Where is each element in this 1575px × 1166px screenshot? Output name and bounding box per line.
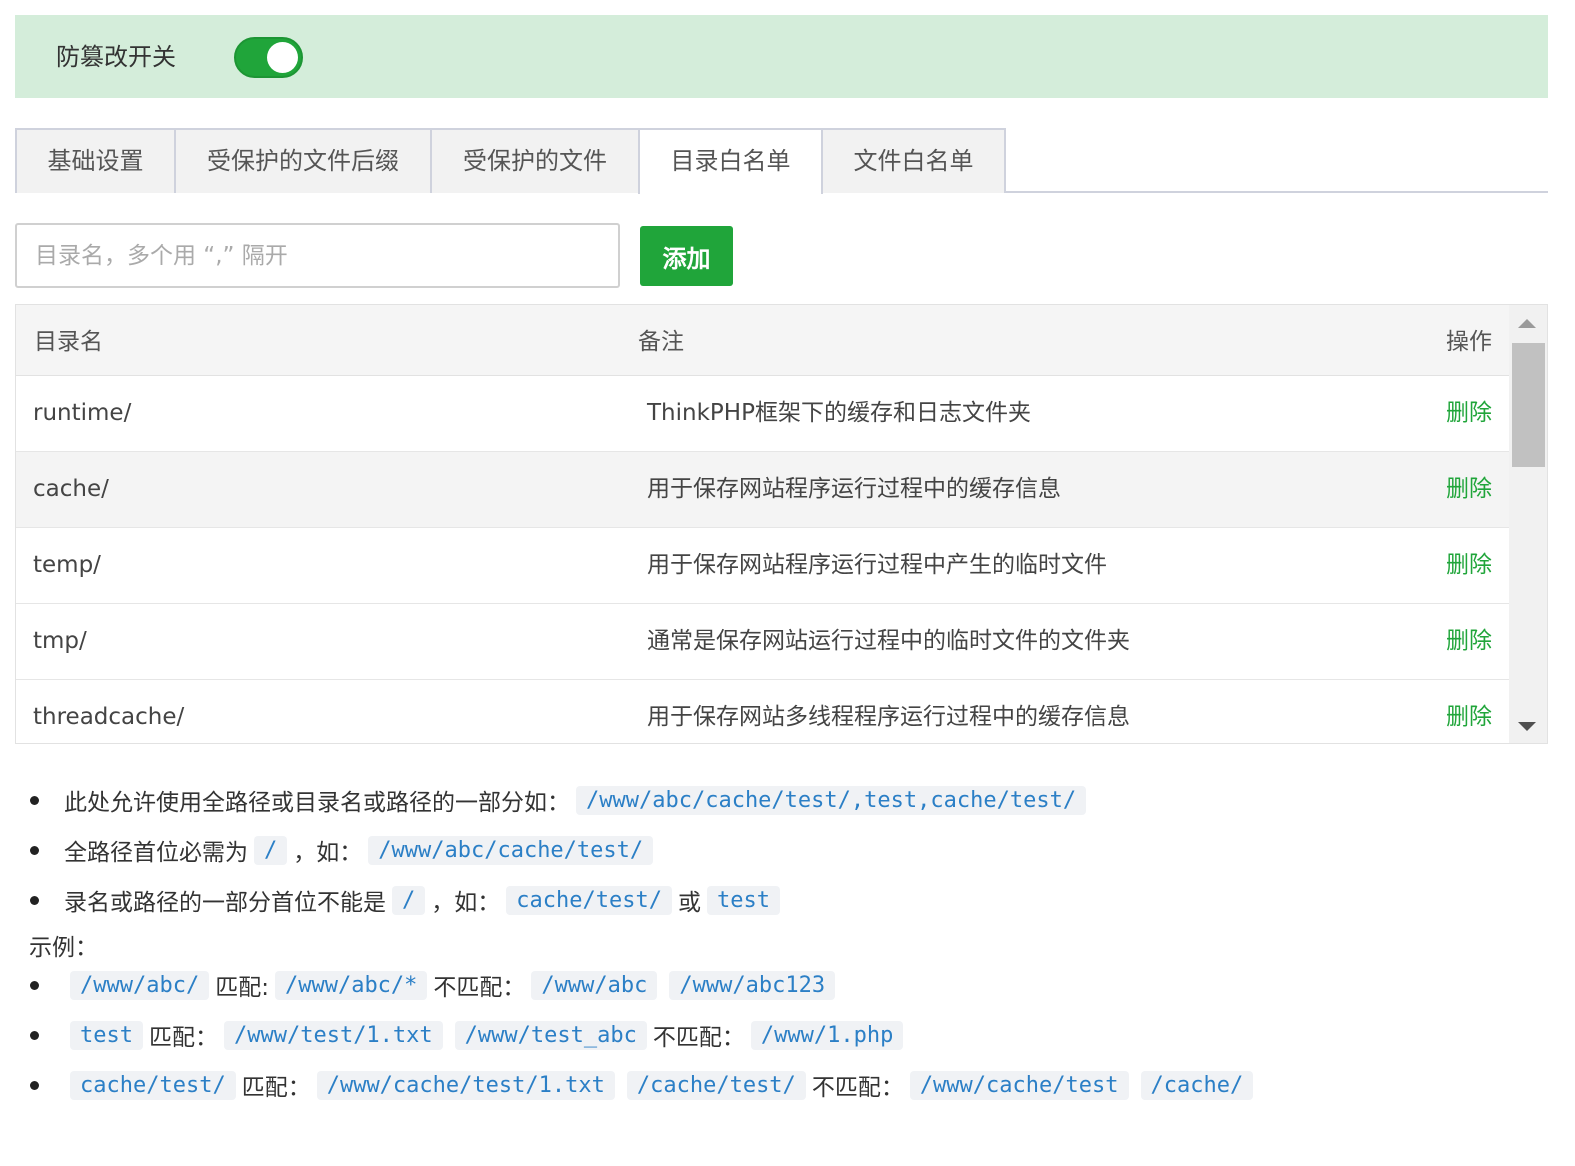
code-snippet: /www/cache/test: [909, 1070, 1129, 1100]
help-text: 全路径首位必需为: [64, 840, 248, 866]
scroll-down-arrow-icon[interactable]: [1518, 722, 1536, 731]
help-text: 录名或路径的一部分首位不能是: [64, 890, 386, 916]
table-header: 目录名 备注 操作: [16, 305, 1510, 376]
help-text: 不匹配：: [433, 975, 526, 1001]
code-snippet: /: [392, 885, 426, 915]
row-directory-name: temp/: [33, 552, 101, 578]
table-row: temp/ 用于保存网站程序运行过程中产生的临时文件 删除: [16, 528, 1510, 604]
header-note: 备注: [638, 329, 684, 355]
toggle-knob: [267, 42, 298, 73]
code-snippet: /www/abc/*: [274, 970, 428, 1000]
row-note: 用于保存网站程序运行过程中的缓存信息: [647, 476, 1061, 502]
help-text: 不匹配：: [811, 1075, 904, 1101]
help-text: 此处允许使用全路径或目录名或路径的一部分如：: [64, 790, 570, 816]
delete-link[interactable]: 删除: [1446, 626, 1492, 656]
tamper-switch-bar: 防篡改开关: [15, 15, 1548, 98]
row-directory-name: cache/: [33, 476, 109, 502]
example-line-1: /www/abc/ 匹配: /www/abc/* 不匹配： /www/abc /…: [30, 965, 841, 1005]
bullet-icon: [30, 845, 39, 855]
delete-link[interactable]: 删除: [1446, 398, 1492, 428]
tab-file-whitelist[interactable]: 文件白名单: [821, 128, 1006, 193]
code-snippet: /www/abc/cache/test/: [368, 835, 654, 865]
code-snippet: /www/cache/test/1.txt: [316, 1070, 615, 1100]
row-note: 用于保存网站程序运行过程中产生的临时文件: [647, 552, 1107, 578]
help-text: 匹配:: [215, 975, 269, 1001]
delete-link[interactable]: 删除: [1446, 702, 1492, 732]
scrollbar-thumb[interactable]: [1512, 343, 1545, 467]
tamper-switch-label: 防篡改开关: [56, 43, 176, 71]
row-note: 用于保存网站多线程程序运行过程中的缓存信息: [647, 704, 1130, 730]
row-directory-name: runtime/: [33, 400, 132, 426]
code-snippet: test: [706, 885, 780, 915]
row-note: ThinkPHP框架下的缓存和日志文件夹: [647, 400, 1031, 426]
code-snippet: /www/abc123: [669, 970, 836, 1000]
header-directory-name: 目录名: [34, 329, 103, 355]
bullet-icon: [30, 1080, 39, 1090]
code-snippet: test: [70, 1020, 143, 1050]
table-row: cache/ 用于保存网站程序运行过程中的缓存信息 删除: [16, 452, 1510, 528]
help-line-1: 此处允许使用全路径或目录名或路径的一部分如： /www/abc/cache/te…: [30, 780, 1092, 820]
code-snippet: cache/test/: [70, 1070, 236, 1100]
code-snippet: /www/test_abc: [454, 1020, 647, 1050]
directory-name-input[interactable]: [15, 223, 620, 288]
code-snippet: /www/test/1.txt: [223, 1020, 443, 1050]
example-line-2: test 匹配： /www/test/1.txt /www/test_abc 不…: [30, 1015, 909, 1055]
code-snippet: /www/1.php: [750, 1020, 904, 1050]
code-snippet: /www/abc: [531, 970, 658, 1000]
settings-tabs: 基础设置 受保护的文件后缀 受保护的文件 目录白名单 文件白名单: [15, 128, 1548, 194]
row-note: 通常是保存网站运行过程中的临时文件的文件夹: [647, 628, 1130, 654]
help-text: 匹配：: [148, 1025, 218, 1051]
code-snippet: /cache/: [1140, 1070, 1254, 1100]
help-text: 或: [677, 890, 701, 916]
example-line-3: cache/test/ 匹配： /www/cache/test/1.txt /c…: [30, 1065, 1259, 1105]
code-snippet: /www/abc/cache/test/,test,cache/test/: [576, 785, 1087, 815]
tab-protected-suffixes[interactable]: 受保护的文件后缀: [174, 128, 432, 193]
delete-link[interactable]: 删除: [1446, 550, 1492, 580]
table-row: tmp/ 通常是保存网站运行过程中的临时文件的文件夹 删除: [16, 604, 1510, 680]
bullet-icon: [30, 1030, 39, 1040]
bullet-icon: [30, 795, 39, 805]
help-text: ，如：: [431, 890, 501, 916]
help-line-3: 录名或路径的一部分首位不能是 / ，如： cache/test/ 或 test: [30, 880, 786, 920]
help-text: 不匹配：: [652, 1025, 745, 1051]
row-directory-name: threadcache/: [33, 704, 185, 730]
help-text: 匹配：: [241, 1075, 311, 1101]
table-scrollbar[interactable]: [1509, 305, 1547, 743]
bullet-icon: [30, 980, 39, 990]
table-row: runtime/ ThinkPHP框架下的缓存和日志文件夹 删除: [16, 376, 1510, 452]
header-operation: 操作: [1446, 329, 1492, 355]
tab-protected-files[interactable]: 受保护的文件: [430, 128, 640, 193]
tamper-toggle-switch[interactable]: [234, 37, 303, 78]
help-line-2: 全路径首位必需为 / ，如： /www/abc/cache/test/: [30, 830, 659, 870]
code-snippet: /cache/test/: [626, 1070, 806, 1100]
table-row: threadcache/ 用于保存网站多线程程序运行过程中的缓存信息 删除: [16, 680, 1510, 743]
code-snippet: /: [254, 835, 288, 865]
tab-basic-settings[interactable]: 基础设置: [15, 128, 176, 193]
row-directory-name: tmp/: [33, 628, 87, 654]
tab-directory-whitelist[interactable]: 目录白名单: [638, 128, 823, 194]
help-text: ，如：: [293, 840, 363, 866]
add-button[interactable]: 添加: [640, 226, 733, 286]
example-title: 示例：: [29, 935, 98, 961]
directory-whitelist-table: 目录名 备注 操作 runtime/ ThinkPHP框架下的缓存和日志文件夹 …: [15, 304, 1548, 744]
bullet-icon: [30, 895, 39, 905]
scroll-up-arrow-icon[interactable]: [1518, 319, 1536, 328]
delete-link[interactable]: 删除: [1446, 474, 1492, 504]
code-snippet: /www/abc/: [70, 970, 210, 1000]
code-snippet: cache/test/: [506, 885, 672, 915]
